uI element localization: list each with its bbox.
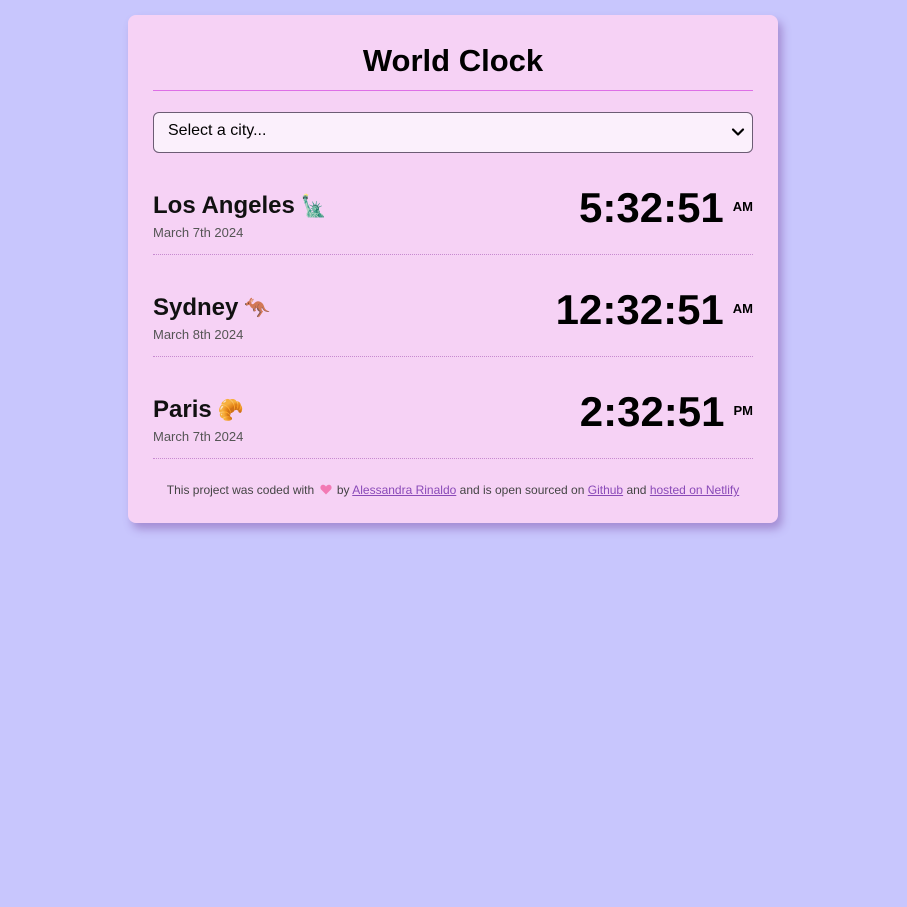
netlify-link[interactable]: hosted on Netlify	[650, 483, 739, 497]
city-time: 5:32:51 AM	[579, 183, 753, 233]
kangaroo-icon: 🦘	[244, 297, 271, 320]
chevron-down-icon	[731, 128, 745, 136]
time-value: 5:32:51	[579, 184, 724, 231]
am-pm-label: PM	[733, 402, 754, 418]
city-name: Los Angeles 🗽	[153, 192, 327, 221]
croissant-icon: 🥐	[217, 399, 244, 422]
footer-text: and	[626, 483, 647, 497]
city-name: Sydney 🦘	[153, 294, 271, 323]
city-row-sydney: Sydney 🦘 March 8th 2024 12:32:51 AM	[153, 255, 753, 357]
world-clock-card: World Clock Select a city... Los Angeles…	[128, 15, 778, 523]
footer-text: by	[336, 483, 350, 497]
heart-icon	[319, 484, 332, 495]
city-name: Paris 🥐	[153, 396, 244, 425]
city-select[interactable]: Select a city...	[153, 112, 753, 153]
time-value: 2:32:51	[579, 388, 725, 435]
city-date: March 7th 2024	[153, 429, 244, 444]
city-row-los-angeles: Los Angeles 🗽 March 7th 2024 5:32:51 AM	[153, 153, 753, 255]
city-time: 2:32:51 PM	[580, 387, 753, 437]
title-divider	[153, 90, 753, 91]
city-time: 12:32:51 AM	[556, 285, 753, 335]
city-name-label: Paris	[153, 396, 212, 423]
city-name-label: Los Angeles	[153, 192, 295, 219]
city-select-value: Select a city...	[168, 122, 267, 139]
city-date: March 8th 2024	[153, 327, 244, 342]
github-link[interactable]: Github	[588, 483, 623, 497]
footer-text: and is open sourced on	[459, 483, 585, 497]
statue-of-liberty-icon: 🗽	[300, 195, 327, 218]
city-name-label: Sydney	[153, 294, 239, 321]
footer-text: This project was coded with	[166, 483, 315, 497]
am-pm-label: AM	[732, 198, 753, 214]
city-date: March 7th 2024	[153, 225, 244, 240]
page-title: World Clock	[362, 43, 544, 78]
am-pm-label: AM	[732, 300, 753, 316]
time-value: 12:32:51	[555, 286, 724, 333]
author-link[interactable]: Alessandra Rinaldo	[352, 483, 456, 497]
footer: This project was coded with by Alessandr…	[128, 483, 778, 497]
city-row-paris: Paris 🥐 March 7th 2024 2:32:51 PM	[153, 357, 753, 459]
